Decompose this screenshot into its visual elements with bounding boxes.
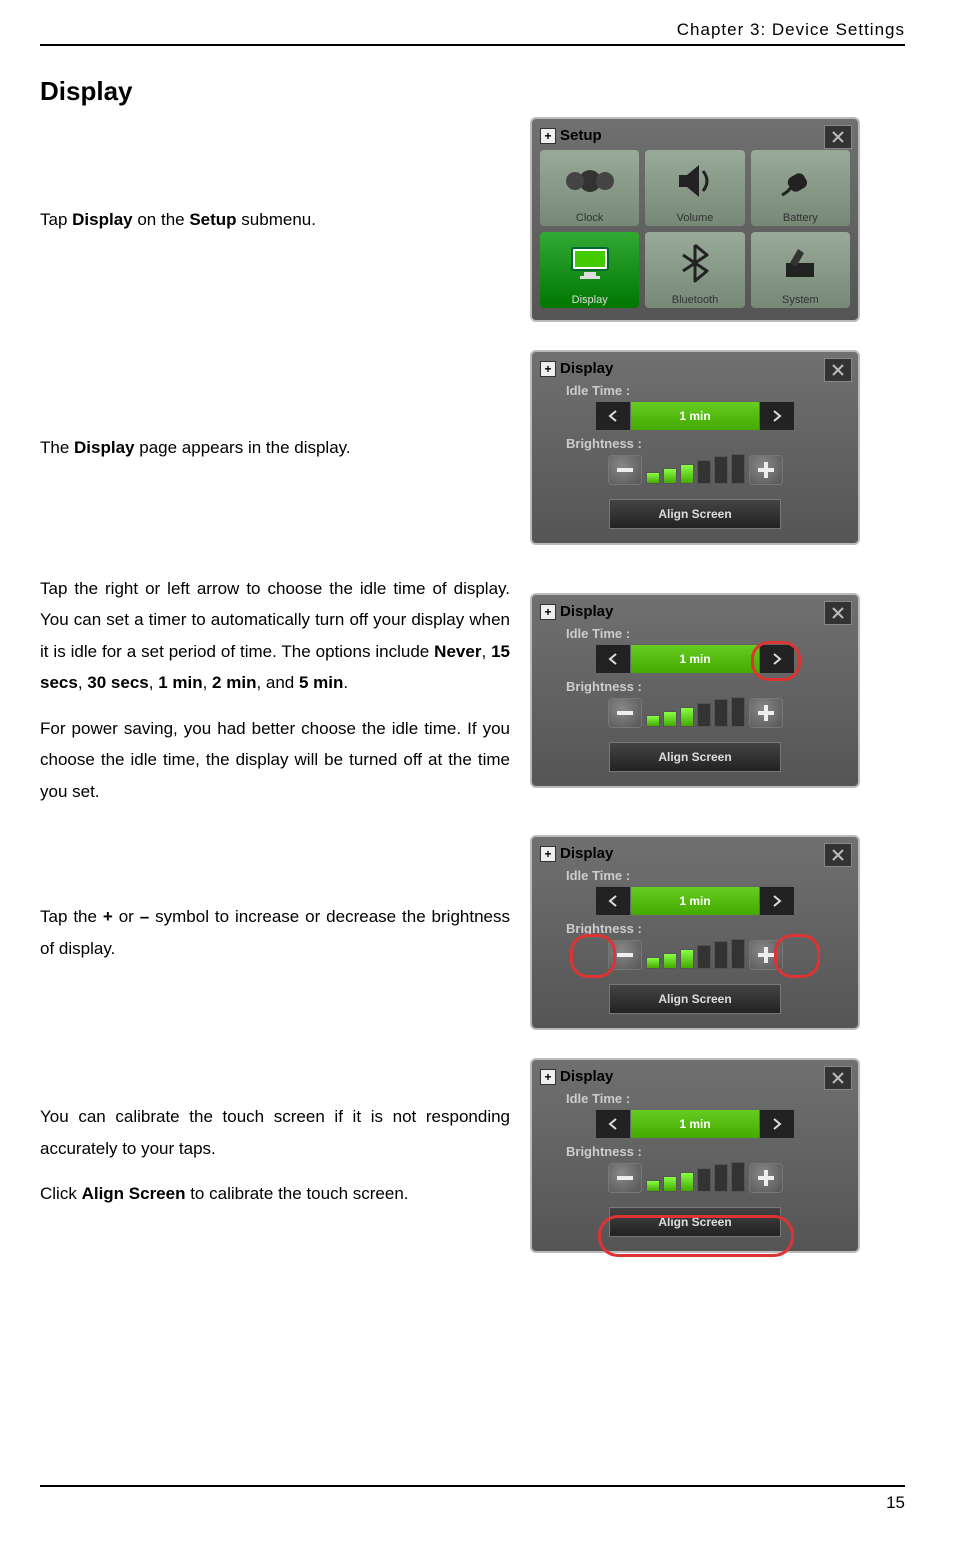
chevron-left-icon (608, 1118, 618, 1130)
display-panel-3: +Display Idle Time : 1 min Brightness : … (530, 835, 860, 1030)
close-icon (832, 131, 844, 143)
display-panel-1: +Display Idle Time : 1 min Brightness : … (530, 350, 860, 545)
instruction-3a: Tap the right or left arrow to choose th… (40, 573, 510, 699)
idle-next-button[interactable] (759, 644, 795, 674)
expand-icon: + (540, 846, 556, 862)
chevron-left-icon (608, 410, 618, 422)
align-screen-button[interactable]: Align Screen (609, 499, 781, 529)
idle-time-value: 1 min (631, 1109, 759, 1139)
brightness-increase-button[interactable] (749, 455, 783, 485)
expand-icon: + (540, 604, 556, 620)
setup-panel: + Setup Clock Volume Battery (530, 117, 860, 322)
panel-title: Setup (560, 127, 602, 144)
minus-icon (617, 953, 633, 957)
chevron-left-icon (608, 653, 618, 665)
instruction-1: Tap Display on the Setup submenu. (40, 204, 510, 235)
brightness-bars (646, 456, 745, 484)
idle-next-button[interactable] (759, 886, 795, 916)
chevron-right-icon (772, 410, 782, 422)
expand-icon: + (540, 361, 556, 377)
plus-icon (758, 705, 774, 721)
brightness-decrease-button[interactable] (608, 1163, 642, 1193)
tile-volume[interactable]: Volume (645, 150, 744, 226)
align-screen-button[interactable]: Align Screen (609, 984, 781, 1014)
plus-icon (758, 1170, 774, 1186)
idle-prev-button[interactable] (595, 886, 631, 916)
minus-icon (617, 468, 633, 472)
close-button[interactable] (824, 1066, 852, 1090)
idle-next-button[interactable] (759, 401, 795, 431)
close-button[interactable] (824, 358, 852, 382)
chapter-header: Chapter 3: Device Settings (40, 20, 905, 46)
brightness-bars (646, 699, 745, 727)
chevron-right-icon (772, 895, 782, 907)
brightness-label: Brightness : (566, 1144, 850, 1159)
align-screen-button[interactable]: Align Screen (609, 1207, 781, 1237)
instruction-5a: You can calibrate the touch screen if it… (40, 1101, 510, 1164)
idle-time-value: 1 min (631, 401, 759, 431)
brightness-decrease-button[interactable] (608, 698, 642, 728)
monitor-icon (568, 244, 612, 282)
instruction-2: The Display page appears in the display. (40, 432, 510, 463)
display-panel-2: +Display Idle Time : 1 min Brightness : … (530, 593, 860, 788)
chevron-right-icon (772, 1118, 782, 1130)
close-button[interactable] (824, 601, 852, 625)
section-title: Display (40, 76, 905, 107)
plus-icon (758, 462, 774, 478)
brightness-decrease-button[interactable] (608, 940, 642, 970)
brightness-bars (646, 941, 745, 969)
close-button[interactable] (824, 843, 852, 867)
tile-bluetooth[interactable]: Bluetooth (645, 232, 744, 308)
minus-icon (617, 1176, 633, 1180)
idle-prev-button[interactable] (595, 401, 631, 431)
idle-time-label: Idle Time : (566, 868, 850, 883)
brightness-increase-button[interactable] (749, 698, 783, 728)
minus-icon (617, 711, 633, 715)
plug-icon (780, 163, 820, 199)
page-number: 15 (40, 1485, 905, 1513)
chevron-left-icon (608, 895, 618, 907)
instruction-3b: For power saving, you had better choose … (40, 713, 510, 807)
close-icon (832, 364, 844, 376)
close-icon (832, 849, 844, 861)
idle-time-value: 1 min (631, 886, 759, 916)
align-screen-button[interactable]: Align Screen (609, 742, 781, 772)
close-icon (832, 607, 844, 619)
close-icon (832, 1072, 844, 1084)
display-panel-4: +Display Idle Time : 1 min Brightness : … (530, 1058, 860, 1253)
brightness-bars (646, 1164, 745, 1192)
idle-prev-button[interactable] (595, 1109, 631, 1139)
idle-time-label: Idle Time : (566, 1091, 850, 1106)
idle-prev-button[interactable] (595, 644, 631, 674)
brightness-decrease-button[interactable] (608, 455, 642, 485)
idle-time-label: Idle Time : (566, 383, 850, 398)
expand-icon: + (540, 1069, 556, 1085)
idle-time-value: 1 min (631, 644, 759, 674)
tile-system[interactable]: System (751, 232, 850, 308)
brightness-increase-button[interactable] (749, 940, 783, 970)
tile-display[interactable]: Display (540, 232, 639, 308)
brightness-label: Brightness : (566, 921, 850, 936)
tile-battery[interactable]: Battery (751, 150, 850, 226)
speaker-icon (675, 163, 715, 199)
idle-next-button[interactable] (759, 1109, 795, 1139)
brightness-label: Brightness : (566, 679, 850, 694)
chevron-right-icon (772, 653, 782, 665)
plus-icon (758, 947, 774, 963)
tile-clock[interactable]: Clock (540, 150, 639, 226)
bluetooth-icon (680, 243, 710, 283)
brightness-label: Brightness : (566, 436, 850, 451)
instruction-5b: Click Align Screen to calibrate the touc… (40, 1178, 510, 1209)
expand-icon: + (540, 128, 556, 144)
clock-icon (565, 164, 615, 198)
instruction-4: Tap the + or – symbol to increase or dec… (40, 901, 510, 964)
idle-time-label: Idle Time : (566, 626, 850, 641)
system-icon (780, 245, 820, 281)
brightness-increase-button[interactable] (749, 1163, 783, 1193)
close-button[interactable] (824, 125, 852, 149)
